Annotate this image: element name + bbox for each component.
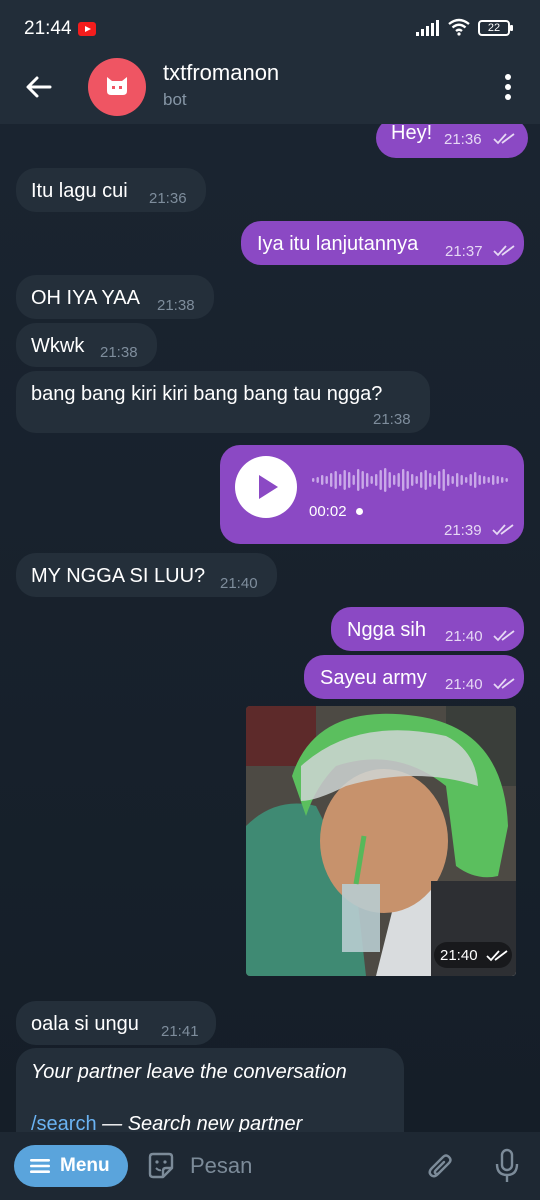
message-incoming[interactable]: OH IYA YAA 21:38 [16,275,214,319]
waveform-bar [325,476,328,484]
waveform-bar [343,470,346,490]
read-checkmarks-icon [486,950,508,962]
message-input[interactable] [190,1150,410,1182]
status-time: 21:44 [24,18,72,39]
voice-duration: 00:02 [309,503,347,520]
read-checkmarks-icon [493,245,515,257]
waveform-bar [487,477,490,483]
waveform-bar [420,472,423,488]
waveform-bar [456,473,459,487]
waveform-bar [361,471,364,489]
waveform-bar [433,475,436,485]
bot-icon [107,77,127,95]
read-checkmarks-icon [493,678,515,690]
waveform-bar [352,475,355,485]
message-outgoing[interactable]: Sayeu army 21:40 [304,655,524,699]
microphone-icon[interactable] [494,1148,520,1184]
waveform-bar [330,473,333,487]
play-button[interactable] [235,456,297,518]
waveform-bar [465,477,468,483]
waveform-bar [438,471,441,489]
search-command-link[interactable]: /search [31,1113,97,1132]
waveform-bar [375,474,378,486]
message-incoming[interactable]: bang bang kiri kiri bang bang tau ngga? … [16,371,430,433]
waveform-bar [370,476,373,484]
waveform-bar [496,476,499,484]
voice-message[interactable]: 00:02 21:39 [220,445,524,544]
message-outgoing[interactable]: Iya itu lanjutannya 21:37 [241,221,524,265]
message-incoming[interactable]: oala si ungu 21:41 [16,1001,216,1045]
waveform-bar [415,476,418,484]
waveform-bar [388,472,391,488]
waveform-bar [406,471,409,489]
waveform-bar [316,477,319,483]
youtube-notification-icon [78,22,96,36]
waveform-bar [478,475,481,485]
waveform-bar [334,471,337,489]
read-checkmarks-icon [493,630,515,642]
unplayed-dot [356,508,363,515]
battery-icon: 22 [478,20,513,36]
message-incoming[interactable]: Itu lagu cui 21:36 [16,168,206,212]
hamburger-icon [30,1159,50,1173]
waveform-bar [393,475,396,485]
message-outgoing[interactable]: Ngga sih 21:40 [331,607,524,651]
menu-button[interactable]: Menu [14,1145,128,1187]
waveform-bar [447,474,450,486]
waveform-bar [379,470,382,490]
waveform-bar [402,469,405,491]
waveform-bar [312,478,315,482]
waveform-bar [429,473,432,487]
message-incoming[interactable]: Wkwk 21:38 [16,323,157,367]
waveform-bar [442,469,445,491]
waveform-bar [469,474,472,486]
avatar[interactable] [88,58,146,116]
sticker-icon[interactable] [146,1151,176,1181]
signal-icon [416,20,439,36]
bot-system-message[interactable]: Your partner leave the conversation /sea… [16,1048,404,1132]
status-bar: 21:44 22 [0,0,540,58]
chat-header: txtfromanon bot [0,58,540,124]
wifi-icon [448,18,470,36]
attach-icon[interactable] [426,1151,456,1183]
waveform-bar [451,476,454,484]
photo-time-badge: 21:40 [434,942,512,968]
waveform-bar [474,472,477,488]
waveform-bar [321,475,324,485]
waveform-bar [483,476,486,484]
waveform-bar [424,470,427,490]
waveform-bar [411,474,414,486]
read-checkmarks-icon [493,133,515,145]
waveform-bar [460,475,463,485]
read-checkmarks-icon [492,524,514,536]
message-input-bar: Menu [0,1132,540,1200]
message-list[interactable]: Hey! 21:36 Itu lagu cui 21:36 Iya itu la… [0,124,540,1132]
waveform-bar [357,469,360,491]
chat-title[interactable]: txtfromanon [163,60,279,86]
audio-waveform[interactable] [312,467,512,493]
waveform-bar [384,468,387,492]
message-incoming[interactable]: MY NGGA SI LUU? 21:40 [16,553,277,597]
chat-subtitle: bot [163,90,187,109]
waveform-bar [339,474,342,486]
photo-image [246,706,516,976]
back-arrow-icon[interactable] [22,70,56,104]
waveform-bar [492,475,495,485]
message-outgoing[interactable]: Hey! 21:36 [376,124,528,158]
waveform-bar [505,478,508,482]
waveform-bar [348,472,351,488]
waveform-bar [501,477,504,483]
waveform-bar [397,473,400,487]
more-options-icon[interactable] [496,70,520,104]
waveform-bar [366,473,369,487]
play-icon [259,475,278,499]
photo-message[interactable]: 21:40 [246,706,516,976]
